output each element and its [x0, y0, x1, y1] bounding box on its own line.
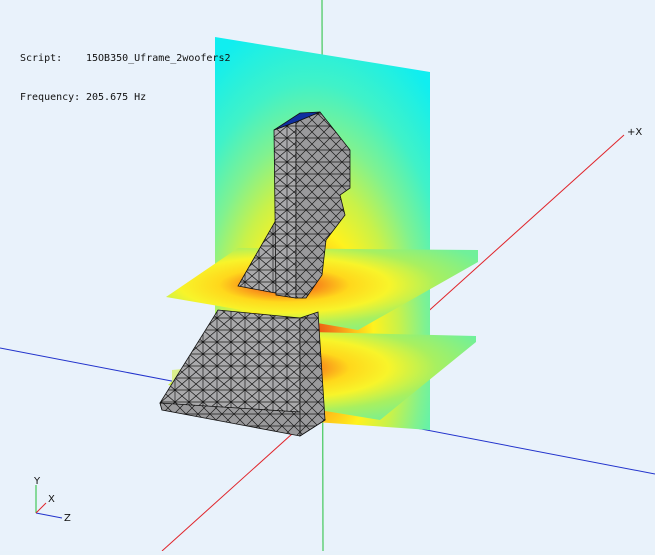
frequency-value: 205.675 Hz	[86, 92, 147, 103]
gizmo-x-label: X	[48, 494, 55, 505]
info-overlay: Script: 15OB350_Uframe_2woofers2 Frequenc…	[20, 26, 231, 130]
script-row: Script: 15OB350_Uframe_2woofers2	[20, 52, 231, 65]
script-value: 15OB350_Uframe_2woofers2	[86, 53, 231, 64]
mesh-tower-front	[273, 121, 297, 299]
script-label: Script:	[20, 53, 63, 64]
frequency-row: Frequency: 205.675 Hz	[20, 91, 231, 104]
mesh-base-front	[159, 309, 301, 413]
gizmo-z-label: Z	[64, 513, 71, 524]
orientation-gizmo: Y X Z	[33, 476, 71, 524]
frequency-label: Frequency:	[20, 92, 81, 103]
gizmo-y-label: Y	[33, 476, 41, 487]
x-axis-label: +X	[627, 127, 642, 138]
3d-viewport[interactable]: +X Y X Z Script: 15OB350_Uframe_2woofers2…	[0, 0, 655, 552]
